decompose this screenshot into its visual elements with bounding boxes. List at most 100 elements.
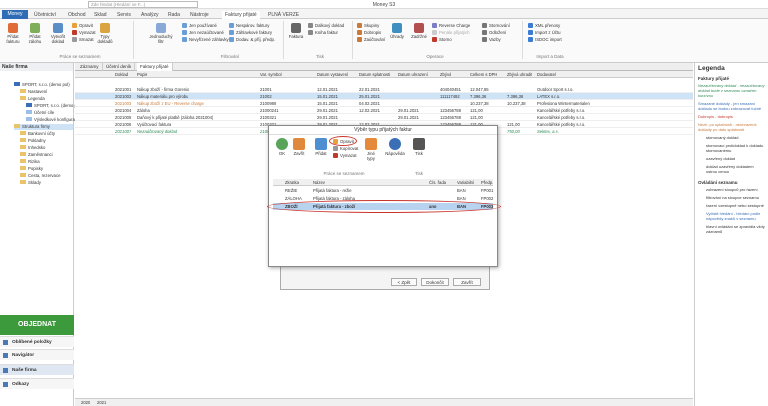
- tree-bank-accounts[interactable]: Bankovní účty: [20, 131, 55, 137]
- copy-type-button[interactable]: Kopírovat: [333, 146, 358, 151]
- label: Odkazy: [12, 382, 30, 387]
- tree-company-structure[interactable]: Struktura firmy: [14, 124, 73, 130]
- table-row[interactable]: 2021003 Nákup zboží z EU - Reverse charge…: [75, 100, 693, 107]
- col-total[interactable]: Celkem s DPH: [470, 71, 497, 78]
- tab-faktury-prijate[interactable]: Faktury přijaté: [222, 11, 260, 19]
- col-doklad[interactable]: Doklad: [115, 71, 128, 78]
- document-types-button[interactable]: Typy dokladů: [94, 23, 116, 44]
- nav-navigator[interactable]: Navigátor: [0, 349, 74, 360]
- delete-button[interactable]: Vymazat: [72, 30, 96, 35]
- dcol-pred[interactable]: Předp.: [481, 179, 493, 186]
- nav-links[interactable]: Odkazy: [0, 378, 74, 389]
- reverse-charge-button[interactable]: Reverse Charge: [432, 23, 470, 28]
- print-button[interactable]: Tisk: [412, 138, 426, 156]
- tree-labels[interactable]: Popisky: [20, 166, 43, 172]
- nav-favorites[interactable]: Oblíbené položky: [0, 336, 74, 347]
- ok-button[interactable]: OK: [275, 138, 289, 156]
- col-paid-date[interactable]: Datum uhrazení: [398, 71, 428, 78]
- help-button[interactable]: Nápověda: [384, 138, 406, 156]
- tab-money[interactable]: Money: [2, 10, 28, 19]
- filter-unposted-button[interactable]: Jen nezaúčtované: [182, 30, 224, 35]
- dialog-table-row[interactable]: REŽIE Přijatá faktura - režie BAN FP001: [273, 187, 493, 194]
- tree-company-root[interactable]: SPORT, s.r.o. (demo pol): [14, 82, 70, 88]
- tab-analyzy[interactable]: Analýzy: [141, 11, 159, 19]
- finish-button[interactable]: Dokončit: [421, 278, 449, 286]
- add-deposit-button[interactable]: Přidat zálohu: [25, 23, 45, 44]
- table-row[interactable]: 2021005 Daňový k přijaté platbě (záloha 2…: [75, 114, 693, 121]
- posting-button[interactable]: Zaúčtování: [357, 37, 385, 42]
- tab-plna-verze[interactable]: PLNÁ VERZE: [268, 11, 299, 19]
- groups-button[interactable]: Skupiny: [357, 23, 379, 28]
- tree-inhedsko[interactable]: Inhedsko: [20, 145, 45, 151]
- year-tab-2021[interactable]: 2021: [97, 399, 106, 406]
- dcol-variable[interactable]: Variabilní: [457, 179, 474, 186]
- col-due-date[interactable]: Datum splatnosti: [359, 71, 390, 78]
- xml-transfer-button[interactable]: XML přenosy: [528, 23, 560, 28]
- storno-button[interactable]: Storno: [432, 37, 452, 42]
- nav-our-company[interactable]: Naše firma: [0, 364, 74, 375]
- add-invoice-button[interactable]: Přidat fakturu: [3, 23, 23, 44]
- other-types-button[interactable]: Jiné typy: [363, 138, 379, 161]
- back-button[interactable]: < Zpět: [391, 278, 417, 286]
- dcol-name[interactable]: Název: [313, 179, 325, 186]
- credit-note-button[interactable]: Dobropis: [357, 30, 381, 35]
- tree-settings[interactable]: Nastavení: [20, 89, 47, 95]
- tab-sklad[interactable]: Sklad: [94, 11, 107, 19]
- tree-warehouses[interactable]: Sklady: [20, 180, 41, 186]
- table-row[interactable]: 2021004 Záloha 21000241 29.01.2021 12.02.202…: [75, 107, 693, 114]
- order-button[interactable]: OBJEDNAT: [0, 315, 74, 335]
- edit-button[interactable]: Opravit: [72, 23, 93, 28]
- col-issue-date[interactable]: Datum vystavení: [317, 71, 348, 78]
- tab-obchod[interactable]: Obchod: [68, 11, 86, 19]
- tab-servis[interactable]: Servis: [117, 11, 131, 19]
- tab-ucetnictvi[interactable]: Účetnictví: [34, 11, 56, 19]
- penalty-button[interactable]: Penále přijatých: [432, 30, 470, 35]
- table-row[interactable]: 2021001 Nákup zboží - firma Gorenio 21001 1…: [75, 86, 693, 93]
- simple-filter-button[interactable]: Jednoduchý filtr: [148, 23, 174, 44]
- tree-company-sub[interactable]: SPORT, s.r.o. (demo pol): [26, 103, 82, 109]
- filter-supplier-button[interactable]: Dodav. & příj. předp.: [229, 37, 275, 42]
- col-to-pay[interactable]: Zbývá uhradit: [507, 71, 532, 78]
- add-type-button[interactable]: Přidat: [313, 138, 329, 156]
- tab-nastroje[interactable]: Nástroje: [190, 11, 209, 19]
- invoice-book-button[interactable]: Kniha faktur: [308, 30, 338, 35]
- page-tab-journal[interactable]: Účetní deník: [103, 63, 136, 71]
- postpone-button[interactable]: Odložení: [482, 30, 506, 35]
- tree-employees[interactable]: Zaměstnanci: [20, 152, 53, 158]
- links-button[interactable]: Vazby: [482, 37, 501, 42]
- tree-cash-registers[interactable]: Pokladny: [20, 138, 46, 144]
- year-tab-2020[interactable]: 2020: [81, 399, 90, 406]
- filter-deposit-button[interactable]: Záhlavkové faktury: [229, 30, 272, 35]
- col-remaining[interactable]: Zbývá: [440, 71, 451, 78]
- tree-travel[interactable]: Cesta, rezervace: [20, 173, 60, 179]
- close-dialog-button[interactable]: Zavřít: [291, 138, 307, 156]
- dcol-abbr[interactable]: Zkratka: [285, 179, 299, 186]
- page-tab-invoices[interactable]: Faktury přijaté: [137, 63, 173, 71]
- label: Stornování: [489, 23, 510, 28]
- filter-unpaired-button[interactable]: Nespárov. faktury: [229, 23, 269, 28]
- dcol-series[interactable]: Čís. řada: [429, 179, 446, 186]
- cancel-button[interactable]: Stornování: [482, 23, 510, 28]
- col-popis[interactable]: Popis: [137, 71, 147, 78]
- delete-type-button[interactable]: Vymazat: [333, 153, 357, 158]
- payments-button[interactable]: Úhrady: [388, 23, 406, 39]
- tree-risks[interactable]: Rizika: [20, 159, 40, 165]
- tree-results-config[interactable]: Výsledkové konfigurace: [26, 117, 79, 123]
- page-tab-records[interactable]: Záznamy: [77, 63, 103, 71]
- create-document-button[interactable]: Vytvořit doklad: [47, 23, 69, 44]
- import-account-button[interactable]: Import z Účtu: [528, 30, 561, 35]
- retention-button[interactable]: Zadržné: [410, 23, 428, 39]
- col-supplier[interactable]: Dodavatel: [537, 71, 556, 78]
- print-other-button[interactable]: Dalkový doklad: [308, 23, 344, 28]
- tree-legend[interactable]: Legenda: [20, 96, 45, 102]
- print-invoice-button[interactable]: Faktura: [287, 23, 305, 39]
- filter-used-button[interactable]: Jen používané: [182, 23, 217, 28]
- tree-accounting-targets[interactable]: Účetní cíle: [26, 110, 54, 116]
- tab-rada[interactable]: Rada: [168, 11, 180, 19]
- isdoc-import-button[interactable]: ISDOC import: [528, 37, 562, 42]
- col-var-symbol[interactable]: Var. symbol: [260, 71, 282, 78]
- erase-button[interactable]: Smazat: [72, 37, 94, 42]
- close-button[interactable]: Zavřít: [453, 278, 481, 286]
- filter-unresolved-button[interactable]: Nevyřízené záhlavky: [182, 37, 229, 42]
- table-row[interactable]: 2021002 Nákup materiálu pro výrobu 21002 15…: [75, 93, 693, 100]
